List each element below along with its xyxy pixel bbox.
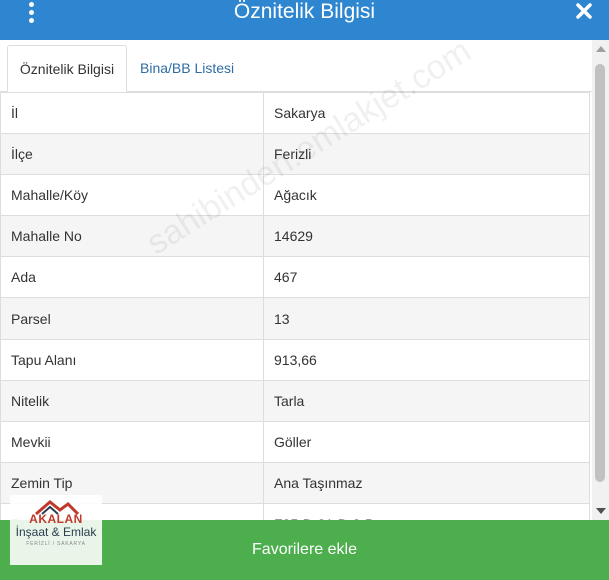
attribute-value: 467 (263, 256, 590, 299)
logo-subtitle: İnşaat & Emlak (15, 525, 97, 539)
attribute-value: Tarla (263, 379, 590, 422)
dialog-header: Öznitelik Bilgisi (0, 0, 609, 40)
attribute-value: Ana Taşınmaz (263, 461, 590, 504)
attribute-key: Tapu Alanı (0, 338, 264, 381)
attribute-value: Ağacık (263, 174, 590, 217)
scroll-up-icon[interactable] (596, 46, 606, 52)
attribute-value: 14629 (263, 215, 590, 258)
logo-tagline: FERİZLİ / SAKARYA (26, 541, 86, 547)
akalan-logo: AKALAN İnşaat & Emlak FERİZLİ / SAKARYA (10, 495, 102, 565)
table-row: İlçe Ferizli (0, 133, 590, 176)
close-icon[interactable] (573, 0, 595, 22)
table-row: Mahalle/Köy Ağacık (0, 174, 590, 217)
attribute-value: Sakarya (263, 92, 590, 135)
logo-brand: AKALAN (29, 512, 83, 526)
attribute-key: Mevkii (0, 420, 264, 463)
attribute-key: Mahalle No (0, 215, 264, 258)
table-row: Ada 467 (0, 256, 590, 299)
attribute-table: İl Sakarya İlçe Ferizli Mahalle/Köy Ağacık Mah… (0, 92, 590, 522)
tab-oznitelik-bilgisi[interactable]: Öznitelik Bilgisi (7, 45, 127, 92)
table-row: Nitelik Tarla (0, 379, 590, 422)
table-row: Parsel 13 (0, 297, 590, 340)
scroll-down-icon[interactable] (596, 508, 606, 514)
vertical-scrollbar[interactable] (592, 40, 609, 522)
attribute-value: 913,66 (263, 338, 590, 381)
tab-bar: Öznitelik Bilgisi Bina/BB Listesi (0, 40, 592, 92)
attribute-key: İl (0, 92, 264, 135)
attribute-table-container: İl Sakarya İlçe Ferizli Mahalle/Köy Ağacık Mah… (0, 92, 592, 522)
attribute-key: Parsel (0, 297, 264, 340)
attribute-value: 13 (263, 297, 590, 340)
attribute-value: Ferizli (263, 133, 590, 176)
attribute-key: İlçe (0, 133, 264, 176)
table-row: Mahalle No 14629 (0, 215, 590, 258)
attribute-key: Nitelik (0, 379, 264, 422)
table-row: Tapu Alanı 913,66 (0, 338, 590, 381)
scroll-thumb[interactable] (595, 64, 605, 482)
table-row: İl Sakarya (0, 92, 590, 135)
table-row: Mevkii Göller (0, 420, 590, 463)
dialog-title: Öznitelik Bilgisi (233, 0, 376, 23)
tab-bina-bb-listesi[interactable]: Bina/BB Listesi (130, 45, 244, 92)
attribute-key: Mahalle/Köy (0, 174, 264, 217)
attribute-value: Göller (263, 420, 590, 463)
attribute-key: Ada (0, 256, 264, 299)
